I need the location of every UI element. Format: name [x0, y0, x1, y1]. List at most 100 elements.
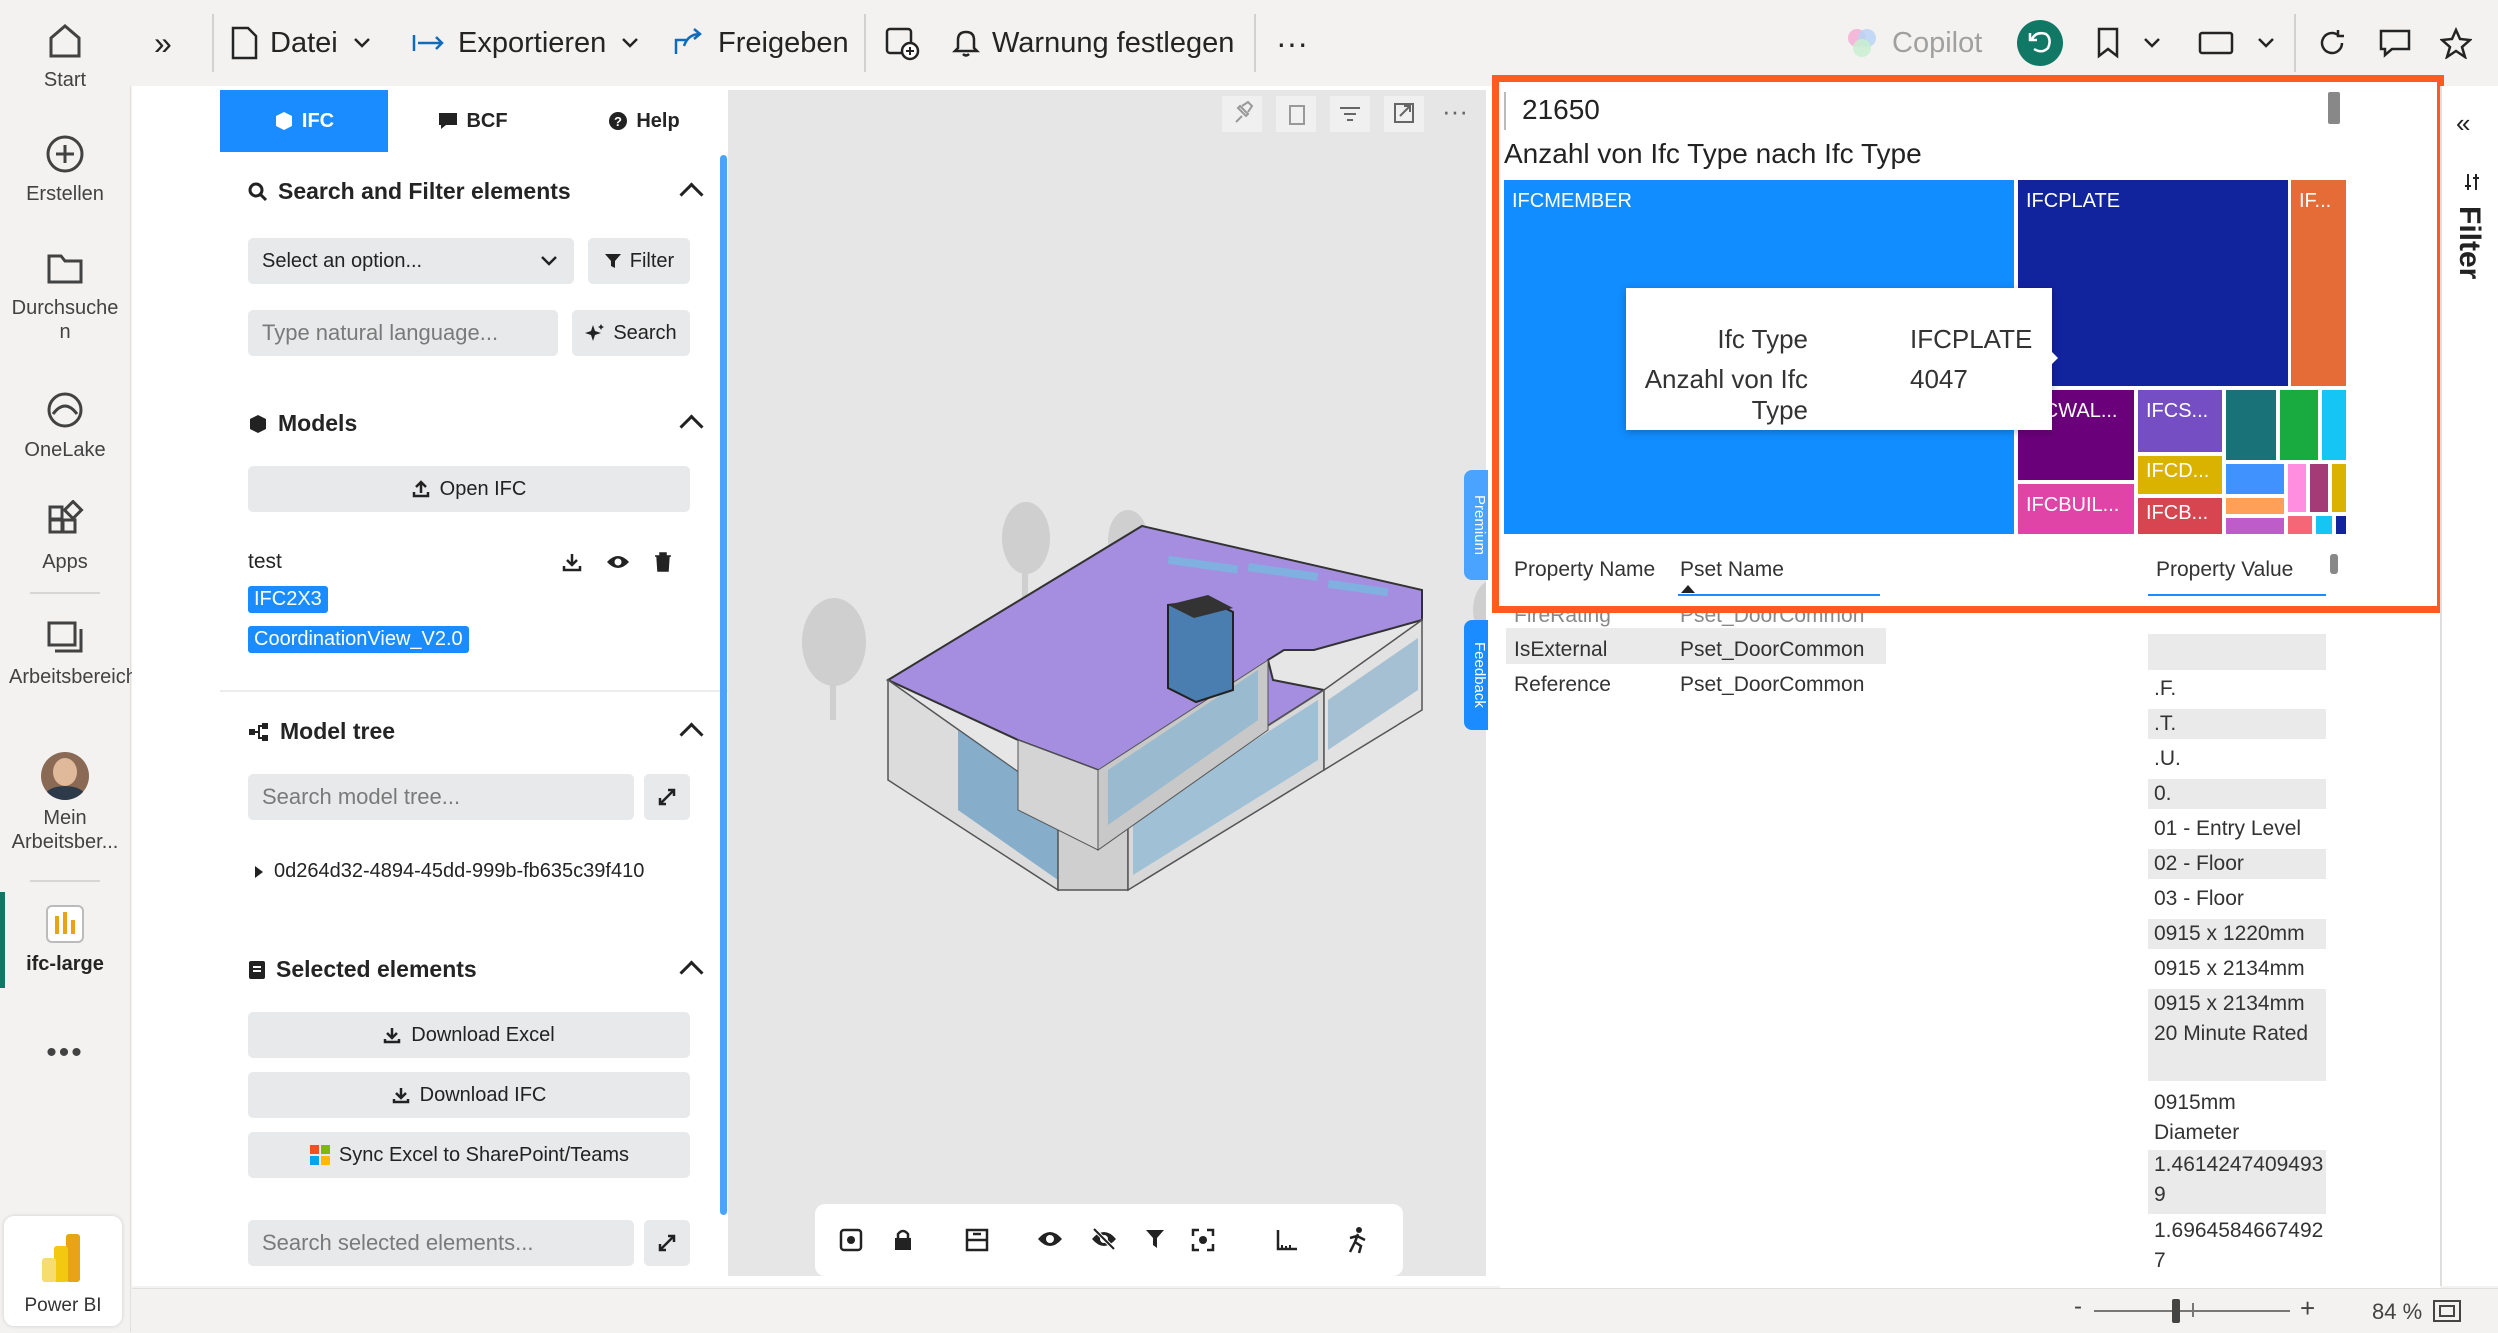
chevron-down-icon	[2144, 38, 2160, 48]
model-tree-search-input[interactable]: Search model tree...	[248, 774, 634, 820]
copy-icon[interactable]	[1276, 96, 1316, 132]
table-row[interactable]: Reference	[1514, 673, 1611, 697]
select-box-icon[interactable]	[839, 1228, 863, 1252]
expand-tree-button[interactable]	[644, 774, 690, 820]
filter-lines-icon[interactable]	[1330, 96, 1370, 132]
chevron-up-icon[interactable]	[679, 722, 704, 747]
nav-apps[interactable]: Apps	[0, 500, 130, 574]
nav-browse[interactable]: Durchsuchen	[0, 246, 130, 344]
more-options-button[interactable]: ···	[1276, 20, 1308, 66]
comment-button[interactable]	[2378, 20, 2424, 66]
left-nav: Start Erstellen Durchsuchen OneLake Apps…	[0, 0, 148, 1332]
property-value[interactable]: 0915mm Diameter	[2148, 1088, 2326, 1148]
nav-onelake[interactable]: OneLake	[0, 388, 130, 462]
status-bar: - + 84 %	[132, 1288, 2498, 1333]
measure-icon[interactable]	[1275, 1228, 1299, 1252]
pin-icon[interactable]	[1222, 96, 1262, 132]
selected-elements-header[interactable]: Selected elements	[248, 956, 718, 985]
eye-off-icon[interactable]	[1091, 1228, 1117, 1250]
property-value[interactable]: 01 - Entry Level	[2148, 814, 2326, 844]
refresh-button[interactable]	[2316, 20, 2360, 66]
zoom-in-button[interactable]: +	[2300, 1293, 2315, 1324]
view-button[interactable]	[2198, 20, 2288, 66]
nav-workspaces[interactable]: Arbeitsbereiche	[0, 615, 148, 689]
toolbar-divider	[1254, 14, 1256, 72]
subscribe-icon	[885, 27, 920, 61]
3d-viewer[interactable]: ··· Premium Feedback	[728, 90, 1488, 1276]
more-options-icon[interactable]: ···	[1442, 96, 1468, 127]
model-name: test	[248, 550, 282, 573]
focus-mode-icon[interactable]	[1384, 96, 1424, 132]
model-tree-header[interactable]: Model tree	[248, 718, 718, 747]
property-value[interactable]: .U.	[2148, 744, 2326, 774]
property-value[interactable]: 1.69645846674927	[2148, 1216, 2326, 1280]
sync-sharepoint-button[interactable]: Sync Excel to SharePoint/Teams	[248, 1132, 690, 1178]
fit-page-icon[interactable]	[2432, 1299, 2462, 1323]
natural-language-input[interactable]: Type natural language...	[248, 310, 558, 356]
eye-icon[interactable]	[1037, 1230, 1063, 1248]
copilot-button[interactable]: Copilot	[1844, 20, 1982, 66]
chevron-up-icon[interactable]	[679, 182, 704, 207]
eye-icon[interactable]	[606, 554, 630, 570]
zoom-out-button[interactable]: -	[2074, 1293, 2082, 1321]
property-value[interactable]: .F.	[2148, 674, 2326, 704]
set-alert-button[interactable]: Warnung festlegen	[952, 20, 1234, 66]
nav-start[interactable]: Start	[0, 18, 130, 92]
premium-tab[interactable]: Premium	[1464, 470, 1488, 580]
open-ifc-button[interactable]: Open IFC	[248, 466, 690, 512]
expand-nav-button[interactable]: »	[154, 20, 172, 66]
powerbi-logo[interactable]: Power BI	[4, 1216, 122, 1326]
property-value[interactable]: 1.46142474094939	[2148, 1150, 2326, 1214]
search-button[interactable]: Search	[572, 310, 690, 356]
property-value[interactable]: 0915 x 2134mm 20 Minute Rated	[2148, 989, 2326, 1081]
filter-button[interactable]: Filter	[588, 238, 690, 284]
table-row[interactable]: Pset_DoorCommon	[1680, 673, 1864, 697]
lock-icon[interactable]	[893, 1228, 913, 1252]
nav-more-button[interactable]: •••	[0, 1036, 130, 1070]
nav-ifc-large[interactable]: ifc-large	[0, 902, 130, 976]
walk-icon[interactable]	[1345, 1226, 1369, 1254]
table-row[interactable]: Pset_DoorCommon	[1680, 638, 1864, 662]
expand-selected-button[interactable]	[644, 1220, 690, 1266]
file-menu-button[interactable]: Datei	[230, 20, 384, 66]
table-row[interactable]: IsExternal	[1514, 638, 1607, 662]
property-value[interactable]: 0915 x 2134mm	[2148, 954, 2326, 984]
property-value[interactable]: .T.	[2148, 709, 2326, 739]
bookmark-button[interactable]	[2096, 20, 2174, 66]
property-value[interactable]: 0.	[2148, 779, 2326, 809]
reset-button[interactable]	[2016, 20, 2076, 66]
tab-bcf[interactable]: BCF	[388, 90, 558, 152]
property-value[interactable]: 03 - Floor	[2148, 884, 2326, 914]
chevron-up-icon[interactable]	[679, 414, 704, 439]
chevron-up-icon[interactable]	[679, 960, 704, 985]
search-filter-header[interactable]: Search and Filter elements	[248, 178, 718, 207]
subscribe-button[interactable]	[884, 20, 932, 66]
tree-node[interactable]: 0d264d32-4894-45dd-999b-fb635c39f410	[254, 860, 644, 883]
section-plane-icon[interactable]	[965, 1228, 989, 1252]
element-select[interactable]: Select an option...	[248, 238, 574, 284]
tab-ifc[interactable]: IFC	[220, 90, 388, 152]
favorite-button[interactable]	[2440, 20, 2484, 66]
download-ifc-button[interactable]: Download IFC	[248, 1072, 690, 1118]
feedback-tab[interactable]: Feedback	[1464, 620, 1488, 730]
visual-header-tools: ···	[1222, 92, 1472, 136]
filter-pane[interactable]: « Filter	[2440, 86, 2498, 1286]
collapse-filter-icon[interactable]: «	[2456, 108, 2470, 139]
trash-icon[interactable]	[654, 552, 672, 572]
property-value[interactable]: 0915 x 1220mm	[2148, 919, 2326, 949]
export-menu-button[interactable]: Exportieren	[412, 20, 652, 66]
models-header[interactable]: Models	[248, 410, 718, 439]
zoom-slider-thumb[interactable]	[2172, 1299, 2180, 1323]
tab-help[interactable]: ? Help	[558, 90, 730, 152]
selected-elements-search-input[interactable]: Search selected elements...	[248, 1220, 634, 1266]
filter-icon[interactable]	[1145, 1228, 1165, 1250]
ifc-panel-scrollbar[interactable]	[720, 155, 727, 1215]
property-value[interactable]: 02 - Floor	[2148, 849, 2326, 879]
filter-icon	[604, 254, 621, 268]
fit-view-icon[interactable]	[1191, 1228, 1215, 1252]
share-button[interactable]: Freigeben	[672, 20, 849, 66]
download-icon[interactable]	[562, 552, 582, 572]
nav-my-workspace[interactable]: Mein Arbeitsber...	[0, 752, 130, 854]
download-excel-button[interactable]: Download Excel	[248, 1012, 690, 1058]
nav-create[interactable]: Erstellen	[0, 132, 130, 206]
